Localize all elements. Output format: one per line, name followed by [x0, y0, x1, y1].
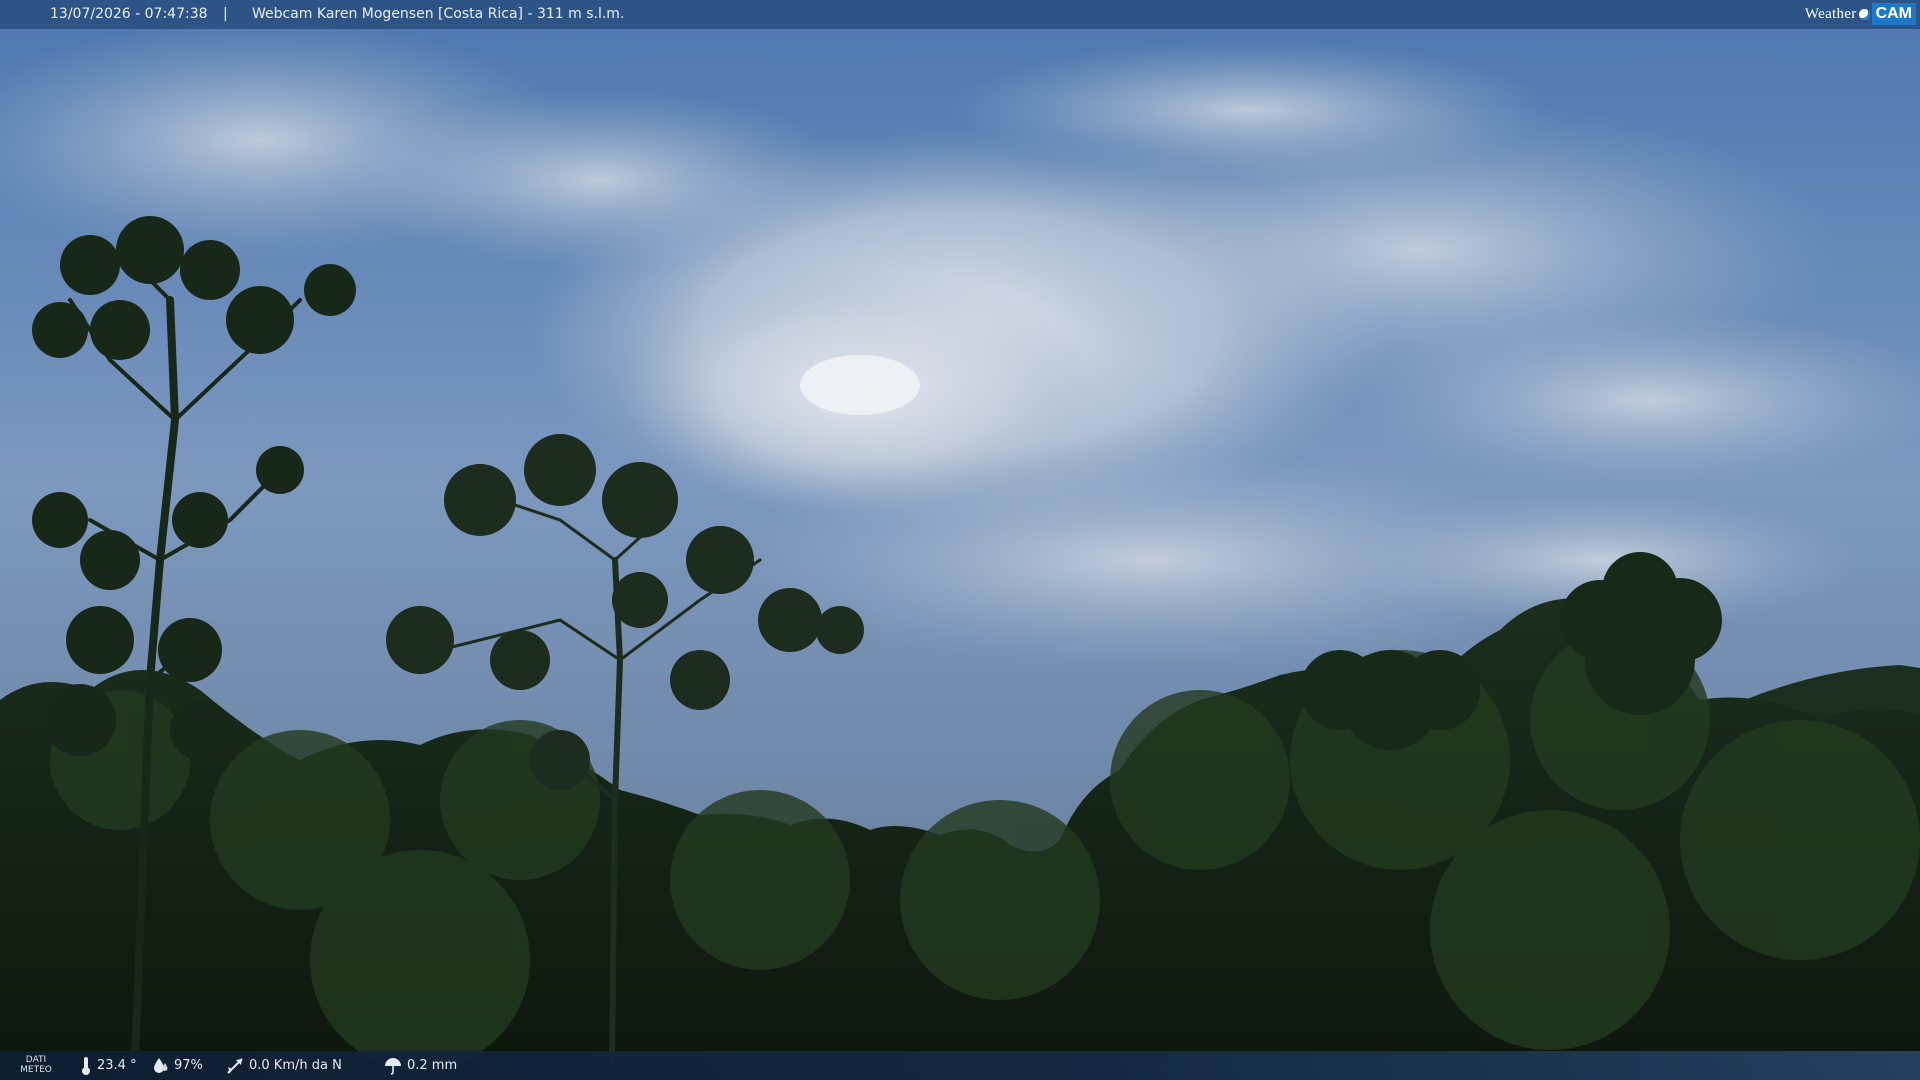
logo-text-weather: Weather: [1804, 5, 1857, 22]
wind-value: 0.0 Km/h da N: [249, 1058, 342, 1073]
weather-data-bar: DATI METEO 23.4 ° 97% 0.0 Km/h da N 0.2 …: [0, 1051, 1920, 1080]
logo-globe-icon: [1858, 8, 1870, 20]
humidity-reading: 97%: [153, 1051, 203, 1080]
temperature-reading: 23.4 °: [80, 1051, 137, 1080]
header-separator: |: [223, 6, 228, 22]
timestamp: 13/07/2026 - 07:47:38: [50, 6, 208, 22]
thermometer-icon: [82, 1056, 90, 1075]
camera-title: Webcam Karen Mogensen [Costa Rica] - 311…: [252, 6, 625, 22]
header-bar: 13/07/2026 - 07:47:38 | Webcam Karen Mog…: [0, 0, 1920, 29]
umbrella-icon: [385, 1057, 401, 1075]
logo-text-cam: CAM: [1871, 3, 1916, 25]
webcam-image: [0, 0, 1920, 1080]
rain-value: 0.2 mm: [407, 1058, 458, 1073]
meteo-label: DATI METEO: [20, 1055, 52, 1075]
rain-reading: 0.2 mm: [384, 1051, 457, 1080]
water-drop-icon: [154, 1057, 168, 1073]
wind-vane-icon: [227, 1057, 243, 1074]
humidity-value: 97%: [174, 1058, 203, 1073]
weathercam-logo: Weather CAM: [1805, 1, 1916, 27]
temperature-value: 23.4 °: [97, 1058, 137, 1073]
wind-reading: 0.0 Km/h da N: [226, 1051, 342, 1080]
